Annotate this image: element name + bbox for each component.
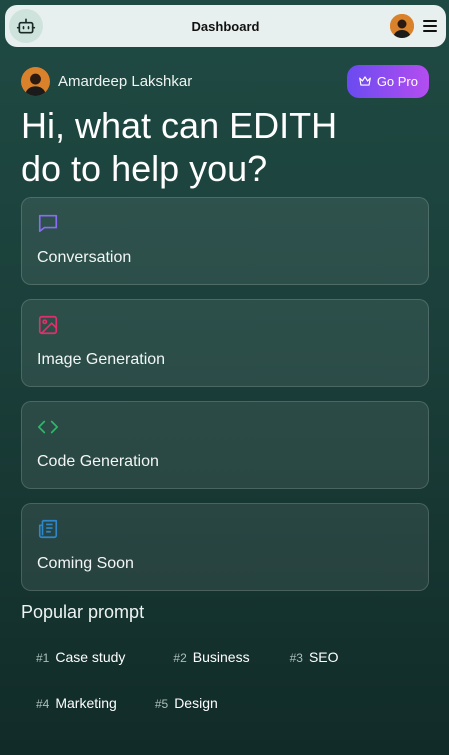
hamburger-menu-icon — [423, 20, 437, 32]
feature-cards: Conversation Image Generation Code Gener… — [21, 197, 429, 605]
card-conversation[interactable]: Conversation — [21, 197, 429, 285]
newspaper-icon — [38, 519, 58, 539]
user-row: Amardeep Lakshkar Go Pro — [21, 64, 429, 98]
prompt-label: Marketing — [55, 695, 117, 711]
prompt-label: Case study — [55, 649, 126, 665]
code-icon — [38, 420, 58, 434]
card-coming-soon[interactable]: Coming Soon — [21, 503, 429, 591]
card-label: Conversation — [37, 249, 132, 266]
go-pro-label: Go Pro — [376, 73, 418, 89]
card-label: Coming Soon — [37, 555, 134, 572]
greeting-line-1: Hi, what can EDITH — [21, 105, 338, 146]
greeting-heading: Hi, what can EDITH do to help you? — [21, 104, 429, 190]
user-name: Amardeep Lakshkar — [58, 72, 193, 90]
user-avatar[interactable] — [21, 66, 50, 96]
prompt-chip-design[interactable]: #5 Design — [140, 689, 233, 717]
user-info: Amardeep Lakshkar — [21, 66, 193, 96]
robot-icon — [16, 18, 36, 34]
card-label: Image Generation — [37, 351, 166, 368]
prompt-number: #4 — [36, 697, 50, 711]
popular-prompts: #1 Case study #2 Business #3 SEO #4 Mark… — [21, 634, 429, 726]
greeting-line-2: do to help you? — [21, 148, 268, 189]
crown-icon — [358, 76, 371, 86]
robot-logo-button[interactable] — [9, 9, 43, 43]
chat-bubble-icon — [38, 214, 58, 233]
avatar[interactable] — [390, 14, 414, 38]
prompt-number: #2 — [173, 651, 187, 665]
prompt-label: SEO — [308, 649, 339, 665]
menu-button[interactable] — [422, 18, 438, 34]
prompt-chip-business[interactable]: #2 Business — [158, 643, 264, 671]
top-header: Dashboard — [5, 5, 446, 47]
prompt-label: Business — [192, 649, 250, 665]
prompt-label: Design — [174, 695, 218, 711]
prompt-chip-seo[interactable]: #3 SEO — [275, 643, 354, 671]
card-code-generation[interactable]: Code Generation — [21, 401, 429, 489]
prompt-chip-marketing[interactable]: #4 Marketing — [21, 689, 132, 717]
prompt-row: #1 Case study #2 Business #3 SEO — [21, 634, 429, 680]
prompt-number: #3 — [289, 651, 303, 665]
page-title: Dashboard — [191, 18, 260, 34]
go-pro-button[interactable]: Go Pro — [346, 64, 429, 98]
prompt-chip-case-study[interactable]: #1 Case study — [21, 643, 140, 671]
popular-prompt-heading: Popular prompt — [21, 602, 145, 622]
prompt-row: #4 Marketing #5 Design — [21, 680, 429, 726]
card-image-generation[interactable]: Image Generation — [21, 299, 429, 387]
image-icon — [38, 315, 58, 335]
card-label: Code Generation — [37, 453, 159, 470]
prompt-number: #5 — [154, 697, 169, 711]
prompt-number: #1 — [36, 651, 50, 665]
